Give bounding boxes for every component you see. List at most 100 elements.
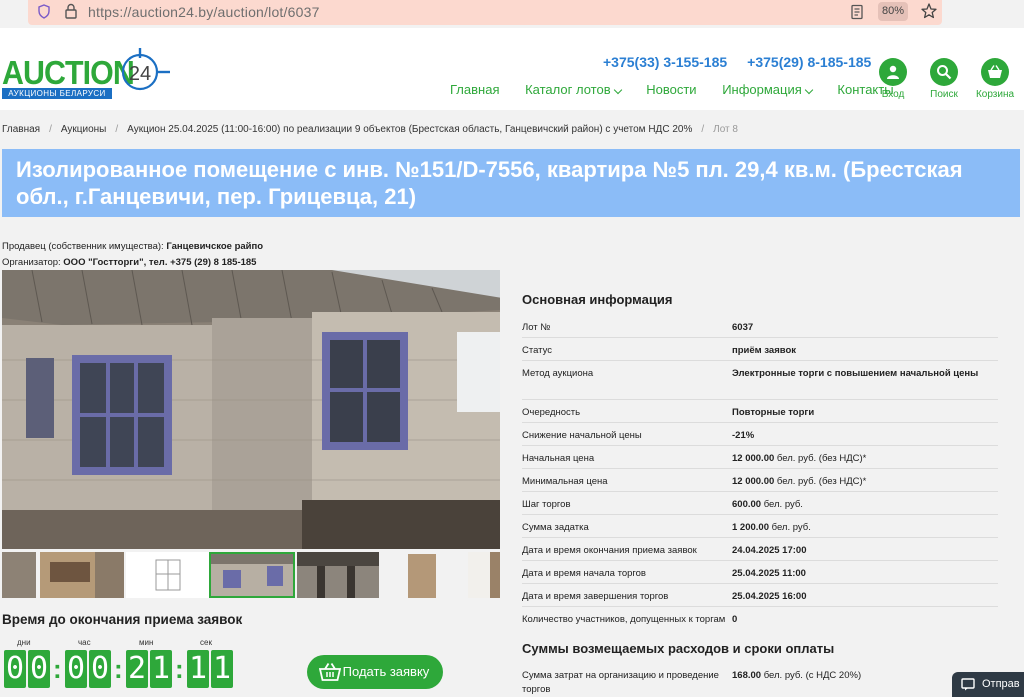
site-logo[interactable]: AUCTION АУКЦИОНЫ БЕЛАРУСИ 24 — [2, 40, 172, 102]
organizer-name: ООО "Гостторги", тел. +375 (29) 8 185-18… — [63, 257, 257, 268]
countdown-label-minutes: мин — [139, 638, 154, 647]
sums-heading: Суммы возмещаемых расходов и сроки оплат… — [522, 641, 835, 656]
info-value-main: Повторные торги — [732, 407, 815, 418]
interior-photo-image — [468, 552, 500, 598]
room-photo-image — [40, 552, 124, 598]
house-photo-image — [211, 554, 293, 596]
info-value-main: 1 200.00 — [732, 522, 769, 533]
logo-subtitle: АУКЦИОНЫ БЕЛАРУСИ — [2, 88, 112, 99]
phone-2[interactable]: +375(29) 8-185-185 — [747, 54, 871, 70]
countdown-digit: 1 — [187, 650, 209, 688]
thumbnail[interactable] — [382, 552, 464, 598]
reader-view-icon[interactable] — [850, 4, 864, 20]
info-row-participants: Количество участников, допущенных к торг… — [522, 607, 998, 630]
info-value: 12 000.00 бел. руб. (без НДС)* — [732, 475, 1002, 489]
organizer-label: Организатор: — [2, 257, 61, 268]
bookmark-star-icon[interactable] — [920, 2, 938, 20]
info-row-start-price: Начальная цена 12 000.00 бел. руб. (без Н… — [522, 446, 998, 469]
info-value-main: -21% — [732, 430, 755, 441]
user-icon — [887, 65, 899, 79]
info-value-main: 0 — [732, 614, 738, 625]
thumbnail[interactable] — [468, 552, 500, 598]
lot-main-photo[interactable] — [2, 270, 500, 549]
sums-value: 168.00 бел. руб. (с НДС 20%) — [732, 669, 861, 683]
countdown-label-hours: час — [78, 638, 91, 647]
countdown-colon: : — [53, 654, 62, 684]
chat-widget-button[interactable]: Отправ — [952, 672, 1024, 697]
browser-url-bar[interactable]: https://auction24.by/auction/lot/6037 80… — [28, 0, 942, 25]
info-heading: Основная информация — [522, 292, 673, 307]
search-button[interactable]: Поиск — [919, 58, 969, 100]
countdown-colon: : — [175, 654, 184, 684]
sums-value-suffix: бел. руб. (с НДС 20%) — [761, 670, 862, 681]
cart-label: Корзина — [975, 89, 1015, 100]
floor-plan-image — [126, 552, 210, 598]
info-row-start-time: Дата и время начала торгов 25.04.2025 11:… — [522, 561, 998, 584]
thumbnail[interactable] — [126, 552, 210, 598]
info-value: 24.04.2025 17:00 — [732, 544, 1002, 558]
chat-label: Отправ — [982, 678, 1020, 690]
crosshair-icon: 24 — [121, 48, 170, 91]
info-value: 25.04.2025 11:00 — [732, 567, 1002, 581]
info-value: 1 200.00 бел. руб. — [732, 521, 1002, 535]
thumbnail[interactable] — [40, 552, 124, 598]
info-value: 6037 — [732, 321, 1002, 335]
breadcrumb-current: Лот 8 — [713, 124, 738, 135]
info-value: Электронные торги с повышением начальной… — [732, 367, 1002, 381]
basket-icon — [319, 663, 341, 681]
thumbnail[interactable] — [2, 552, 36, 598]
nav-item-home[interactable]: Главная — [450, 82, 499, 97]
cart-button[interactable]: Корзина — [970, 58, 1020, 100]
info-value-suffix: бел. руб. — [761, 499, 803, 510]
info-value: 25.04.2025 16:00 — [732, 590, 1002, 604]
info-value: 600.00 бел. руб. — [732, 498, 1002, 512]
info-value: приём заявок — [732, 344, 1002, 358]
lock-icon[interactable] — [64, 3, 78, 19]
info-row-method: Метод аукциона Электронные торги с повыше… — [522, 361, 998, 400]
info-key: Лот № — [522, 322, 551, 333]
info-key: Сумма задатка — [522, 522, 589, 533]
breadcrumb-auction[interactable]: Аукцион 25.04.2025 (11:00-16:00) по реал… — [127, 124, 692, 135]
countdown-digit: 1 — [211, 650, 233, 688]
info-value-main: 6037 — [732, 322, 754, 333]
info-key: Количество участников, допущенных к торг… — [522, 614, 726, 625]
lot-title-band: Изолированное помещение с инв. №151/D-75… — [2, 149, 1020, 217]
organizer-line: Организатор: ООО "Гостторги", тел. +375 … — [2, 257, 256, 268]
countdown-label-seconds: сек — [200, 638, 212, 647]
info-value-main: Электронные торги с повышением начальной… — [732, 368, 979, 379]
url-text[interactable]: https://auction24.by/auction/lot/6037 — [88, 4, 320, 20]
info-row-status: Статус приём заявок — [522, 338, 998, 361]
photo-thumbnails — [2, 552, 500, 598]
nav-item-info[interactable]: Информация — [722, 82, 812, 97]
countdown-digit: 2 — [126, 650, 148, 688]
zoom-level[interactable]: 80% — [878, 2, 908, 21]
nav-item-catalog[interactable]: Каталог лотов — [525, 82, 621, 97]
thumbnail[interactable] — [297, 552, 379, 598]
info-key: Начальная цена — [522, 453, 595, 464]
countdown-digit: 0 — [4, 650, 26, 688]
seller-line: Продавец (собственник имущества): Ганцев… — [2, 241, 263, 252]
phone-1[interactable]: +375(33) 3-155-185 — [603, 54, 727, 70]
interior-photo-image — [382, 552, 464, 598]
nav-item-news[interactable]: Новости — [646, 82, 696, 97]
shield-icon[interactable] — [38, 4, 50, 19]
breadcrumb-auctions[interactable]: Аукционы — [61, 124, 107, 135]
info-row-step: Шаг торгов 600.00 бел. руб. — [522, 492, 998, 515]
breadcrumb-home[interactable]: Главная — [2, 124, 40, 135]
seller-label: Продавец (собственник имущества): — [2, 241, 164, 252]
info-table: Лот № 6037 Статус приём заявок Метод аукци… — [522, 315, 998, 630]
info-row-queue: Очередность Повторные торги — [522, 400, 998, 423]
info-value: 0 — [732, 613, 1002, 627]
countdown-digit: 0 — [65, 650, 87, 688]
apply-button[interactable]: Подать заявку — [307, 655, 443, 689]
thumbnail-active[interactable] — [209, 552, 295, 598]
seller-name: Ганцевичское райпо — [166, 241, 264, 252]
apply-button-label: Подать заявку — [342, 664, 430, 679]
info-key: Статус — [522, 345, 553, 356]
courtyard-photo-image — [297, 552, 379, 598]
search-label: Поиск — [930, 89, 958, 100]
login-button[interactable]: Вход — [868, 58, 918, 100]
info-row-reduction: Снижение начальной цены -21% — [522, 423, 998, 446]
countdown-digit: 1 — [150, 650, 172, 688]
info-value-main: 12 000.00 — [732, 453, 775, 464]
